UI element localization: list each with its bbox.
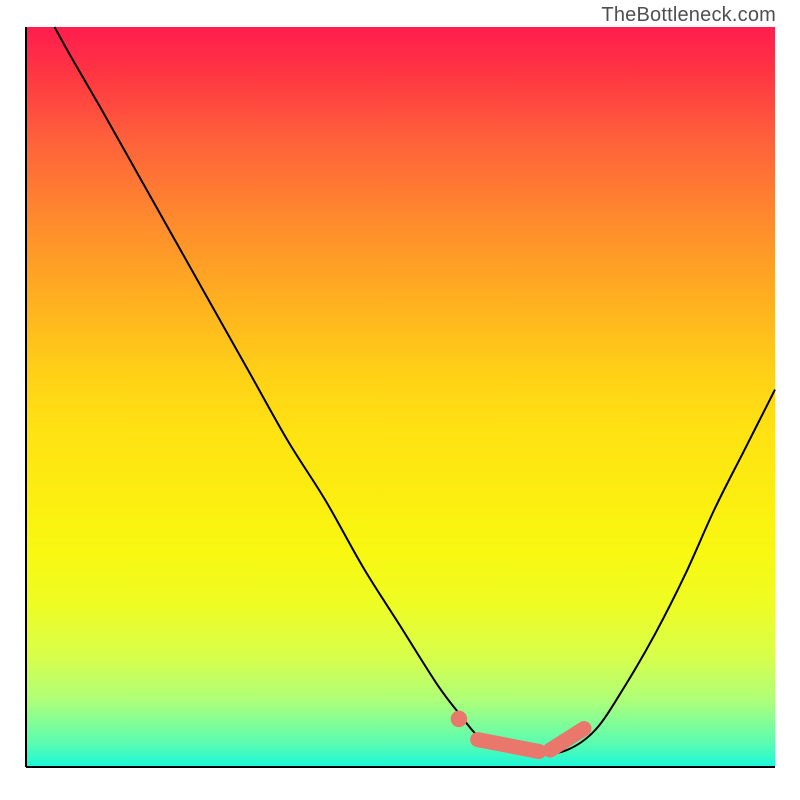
- marker-stroke: [550, 729, 584, 750]
- axis-frame: [26, 27, 775, 767]
- chart-svg: [0, 0, 800, 800]
- chart-container: TheBottleneck.com: [0, 0, 800, 800]
- marker-stroke: [478, 740, 539, 752]
- marker-dot: [544, 745, 556, 757]
- watermark-text: TheBottleneck.com: [601, 4, 776, 27]
- marker-dot: [451, 711, 467, 727]
- bottleneck-curve: [54, 27, 775, 754]
